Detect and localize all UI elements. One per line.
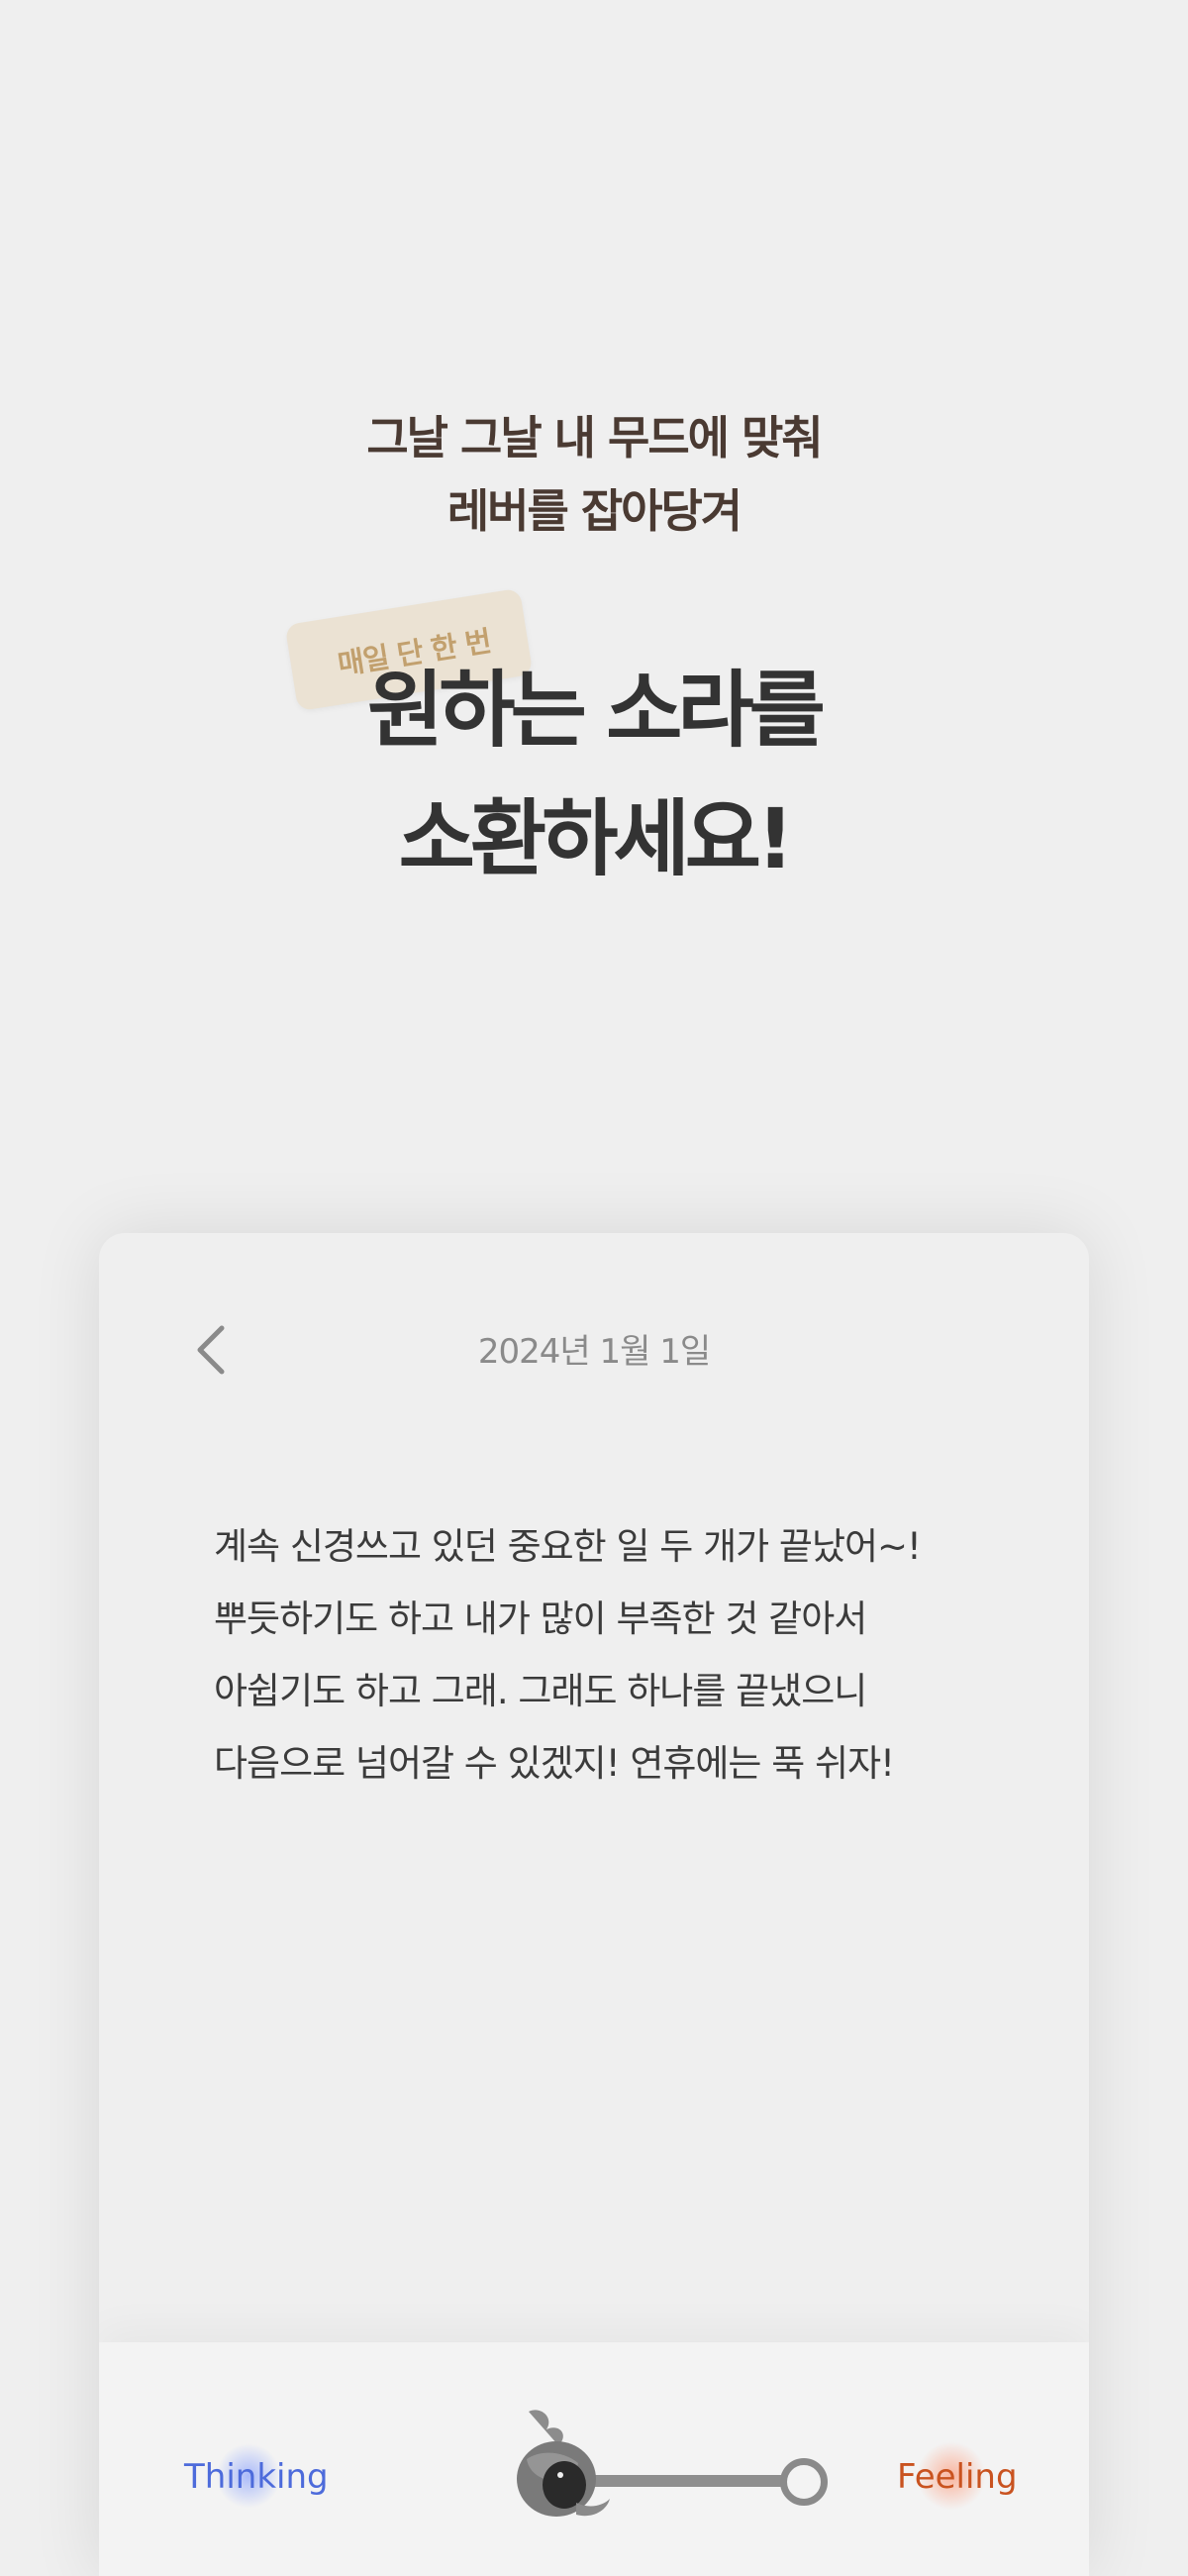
thinking-label: Thinking <box>184 2457 329 2497</box>
lever-end-knob[interactable] <box>780 2458 828 2506</box>
diary-content: 계속 신경쓰고 있던 중요한 일 두 개가 끝났어~! 뿌듯하기도 하고 내가 … <box>214 1525 922 1785</box>
diary-card: 2024년 1월 1일 계속 신경쓰고 있던 중요한 일 두 개가 끝났어~! … <box>99 1233 1089 2576</box>
intro-headline: 원하는 소라를 소환하세요! <box>0 646 1188 903</box>
feeling-label: Feeling <box>897 2457 1018 2497</box>
conch-shell-icon[interactable] <box>507 2404 614 2523</box>
mood-lever-bar: Thinking Feeling <box>99 2342 1089 2576</box>
headline-line-1: 원하는 소라를 <box>367 662 826 759</box>
subtitle-line-1: 그날 그날 내 무드에 맞춰 <box>366 411 823 464</box>
headline-line-2: 소환하세요! <box>398 790 795 887</box>
intro-subtitle: 그날 그날 내 무드에 맞춰 레버를 잡아당겨 <box>0 401 1188 548</box>
diary-date: 2024년 1월 1일 <box>477 1332 711 1372</box>
subtitle-line-2: 레버를 잡아당겨 <box>446 484 742 538</box>
lever-track[interactable] <box>584 2475 802 2487</box>
